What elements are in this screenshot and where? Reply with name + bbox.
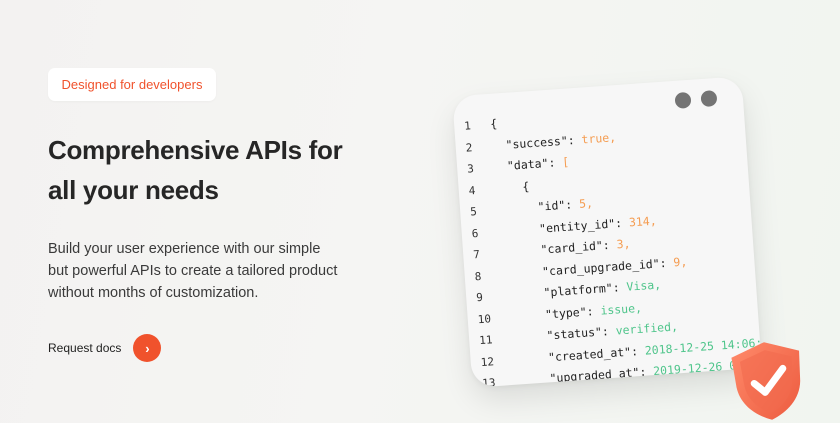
json-value: 9, [672,253,688,269]
description-line-3: without months of customization. [48,285,259,301]
hero-description: Build your user experience with our simp… [48,238,348,304]
page-title: Comprehensive APIs for all your needs [48,130,368,210]
line-number: 13 [481,376,496,388]
line-number: 4 [468,183,476,198]
json-punctuation: : [612,279,628,295]
description-line-1: Build your user experience with our simp… [48,241,321,257]
request-docs-link[interactable]: Request docs › [48,334,162,362]
json-punctuation: { [521,178,530,194]
json-punctuation: : [547,154,563,170]
hero-badge: Designed for developers [48,68,216,101]
json-value: issue, [599,300,643,318]
line-number: 8 [474,269,482,283]
json-value: Visa, [626,277,662,294]
json-value: true, [580,129,617,147]
json-key: "id" [537,197,566,214]
json-punctuation: : [630,343,646,359]
line-number: 11 [478,333,493,348]
json-key: "data" [506,155,549,173]
json-value: 314, [628,213,658,229]
line-number: 7 [472,247,481,262]
json-punctuation: : [601,323,617,339]
code-sample-card: 1{2 "success": true, 3 "data": [4 {5 "id"… [452,76,762,388]
line-number: 6 [471,226,479,240]
json-punctuation: : [564,196,580,212]
description-line-2: but powerful APIs to create a tailored p… [48,263,338,279]
json-key: "type" [544,304,588,321]
line-number: 10 [477,311,492,326]
shield-check-icon [731,342,801,420]
json-punctuation: : [638,364,654,380]
json-punctuation: : [659,254,674,270]
json-value: [ [561,154,570,169]
request-docs-label: Request docs [48,341,122,355]
json-value: 5, [578,195,594,211]
headline-line-1: Comprehensive APIs for [48,135,343,165]
line-number: 2 [465,140,473,155]
json-punctuation: { [489,116,498,131]
headline-line-2: all your needs [48,175,219,205]
line-number: 3 [466,162,475,176]
json-punctuation: : [586,303,601,319]
json-punctuation: : [602,237,618,253]
line-number: 9 [475,290,484,305]
json-punctuation: : [567,132,582,148]
json-punctuation: : [614,214,630,230]
line-number: 12 [480,354,495,369]
line-number: 5 [469,205,478,219]
line-number: 1 [463,119,472,133]
json-code-block: 1{2 "success": true, 3 "data": [4 {5 "id"… [463,95,762,388]
json-value: 3, [616,236,631,252]
chevron-right-icon[interactable]: › [133,334,162,362]
